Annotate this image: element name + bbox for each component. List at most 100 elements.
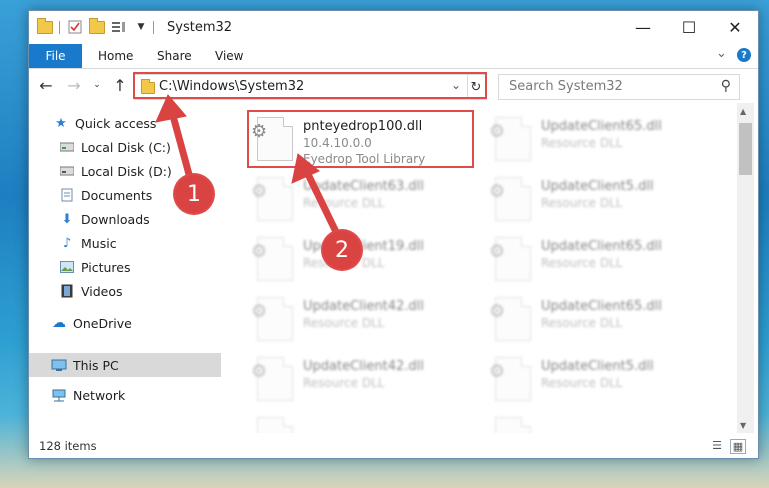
file-tile-pnteyedrop100[interactable]: ⚙ pnteyedrop100.dll 10.4.10.0.0 Eyedrop … [245, 111, 470, 167]
file-tile[interactable]: ⚙ UpdateClient65.dll Resource DLL [483, 291, 708, 347]
gear-icon: ⚙ [489, 241, 506, 262]
expand-ribbon-icon[interactable]: ⌄ [716, 46, 727, 61]
address-path: C:\Windows\System32 [159, 79, 305, 94]
file-description: Resource DLL [541, 376, 623, 390]
drive-icon [59, 163, 75, 179]
file-name: UpdateClient42.dll [303, 299, 424, 314]
file-tile[interactable] [483, 411, 708, 433]
file-name: UpdateClient63.dll [303, 179, 424, 194]
file-description: Resource DLL [541, 136, 623, 150]
file-tile[interactable] [245, 411, 470, 433]
file-name: UpdateClient65.dll [541, 239, 662, 254]
file-tile[interactable]: ⚙ UpdateClient42.dll Resource DLL [245, 291, 470, 347]
sidebar-item-quick-access[interactable]: ★ Quick access [29, 111, 244, 135]
refresh-icon[interactable]: ↻ [466, 74, 487, 100]
downloads-icon: ⬇ [61, 211, 73, 227]
drive-icon [59, 139, 75, 155]
scroll-down-icon[interactable]: ▼ [740, 421, 746, 430]
sidebar-item-label: Documents [81, 187, 153, 203]
sidebar-item-documents[interactable]: Documents 📌 [29, 183, 250, 207]
folder-icon [141, 79, 155, 94]
forward-arrow-icon[interactable]: → [65, 75, 83, 95]
details-view-icon[interactable]: ☰ [710, 439, 724, 452]
search-placeholder: Search System32 [509, 79, 623, 94]
navigation-bar: ← → ⌄ ↑ C:\Windows\System32 ⌄ ↻ Search S… [29, 69, 758, 103]
file-tile[interactable]: ⚙ UpdateClient5.dll Resource DLL [483, 171, 708, 227]
file-name: UpdateClient42.dll [303, 359, 424, 374]
star-icon: ★ [55, 115, 67, 131]
file-name: UpdateClient5.dll [541, 359, 654, 374]
file-tile[interactable]: ⚙ UpdateClient63.dll Resource DLL [245, 171, 470, 227]
file-description: Resource DLL [541, 256, 623, 270]
search-input[interactable]: Search System32 ⚲ [498, 74, 740, 100]
back-arrow-icon[interactable]: ← [37, 75, 55, 95]
chevron-down-icon[interactable]: ⌄ [451, 78, 461, 92]
scrollbar-thumb[interactable] [739, 123, 752, 175]
callout-badge-1: 1 [175, 175, 213, 213]
sidebar-item-network[interactable]: Network [29, 383, 242, 407]
dll-file-icon [257, 417, 293, 433]
properties-icon[interactable] [67, 19, 83, 35]
onedrive-icon: ☁ [52, 315, 66, 331]
recent-locations-chevron-icon[interactable]: ⌄ [91, 75, 103, 95]
gear-icon: ⚙ [489, 361, 506, 382]
file-name: UpdateClient5.dll [541, 179, 654, 194]
tab-share[interactable]: Share [157, 49, 192, 63]
sidebar-item-label: OneDrive [73, 315, 132, 331]
file-description: Resource DLL [303, 376, 385, 390]
music-icon: ♪ [62, 235, 72, 251]
item-count: 128 items [39, 439, 97, 453]
sidebar-item-label: Quick access [75, 115, 157, 131]
documents-icon [59, 187, 75, 203]
vertical-scrollbar[interactable]: ▲ ▼ [737, 103, 754, 433]
file-tile[interactable]: ⚙ UpdateClient65.dll Resource DLL [483, 111, 708, 167]
tab-file[interactable]: File [29, 44, 82, 68]
file-name: UpdateClient19.dll [303, 239, 424, 254]
file-tile[interactable]: ⚙ UpdateClient5.dll Resource DLL [483, 351, 708, 407]
tab-home[interactable]: Home [98, 49, 133, 63]
file-name: pnteyedrop100.dll [303, 119, 423, 134]
file-description: Resource DLL [541, 196, 623, 210]
sidebar-item-local-disk-d[interactable]: Local Disk (D:) 📌 [29, 159, 250, 183]
sidebar-item-label: Music [81, 235, 117, 251]
sidebar-item-this-pc[interactable]: This PC [29, 353, 242, 377]
customize-toolbar-icon[interactable] [111, 19, 127, 35]
new-folder-icon[interactable] [89, 17, 105, 35]
address-bar[interactable]: C:\Windows\System32 ⌄ [134, 74, 468, 100]
file-tile[interactable]: ⚙ UpdateClient42.dll Resource DLL [245, 351, 470, 407]
tab-view[interactable]: View [215, 49, 243, 63]
callout-badge-2: 2 [323, 231, 361, 269]
close-button[interactable]: ✕ [712, 11, 758, 43]
up-arrow-icon[interactable]: ↑ [111, 75, 129, 95]
large-icons-view-icon[interactable]: ▦ [730, 439, 746, 454]
sidebar-item-onedrive[interactable]: ☁ OneDrive [29, 311, 242, 335]
file-description: Resource DLL [303, 196, 385, 210]
status-bar: 128 items ☰ ▦ [29, 434, 758, 458]
window-title: System32 [167, 20, 233, 35]
sidebar-item-videos[interactable]: Videos 📌 [29, 279, 250, 303]
sidebar-item-pictures[interactable]: Pictures 📌 [29, 255, 250, 279]
gear-icon: ⚙ [489, 121, 506, 142]
sidebar-item-downloads[interactable]: ⬇ Downloads 📌 [29, 207, 250, 231]
file-description: Resource DLL [541, 316, 623, 330]
scroll-up-icon[interactable]: ▲ [740, 107, 746, 116]
maximize-button[interactable]: ☐ [666, 11, 712, 43]
minimize-button[interactable]: — [620, 11, 666, 43]
gear-icon: ⚙ [251, 241, 268, 262]
sidebar-item-local-disk-c[interactable]: Local Disk (C:) 📌 [29, 135, 250, 159]
separator [153, 21, 154, 34]
dll-file-icon [495, 417, 531, 433]
file-tile[interactable]: ⚙ UpdateClient65.dll Resource DLL [483, 231, 708, 287]
sidebar-item-label: Network [73, 387, 126, 403]
quick-access-dropdown-icon[interactable]: ▼ [133, 19, 149, 35]
sidebar-item-music[interactable]: ♪ Music 📌 [29, 231, 250, 255]
gear-icon: ⚙ [251, 301, 268, 322]
separator [59, 21, 60, 34]
help-icon[interactable]: ? [737, 48, 751, 62]
network-icon [51, 387, 67, 403]
title-bar: ▼ System32 — ☐ ✕ [29, 11, 758, 44]
pictures-icon [59, 259, 75, 275]
sidebar-item-label: Videos [81, 283, 123, 299]
sidebar-item-label: Pictures [81, 259, 131, 275]
file-description: Resource DLL [303, 316, 385, 330]
